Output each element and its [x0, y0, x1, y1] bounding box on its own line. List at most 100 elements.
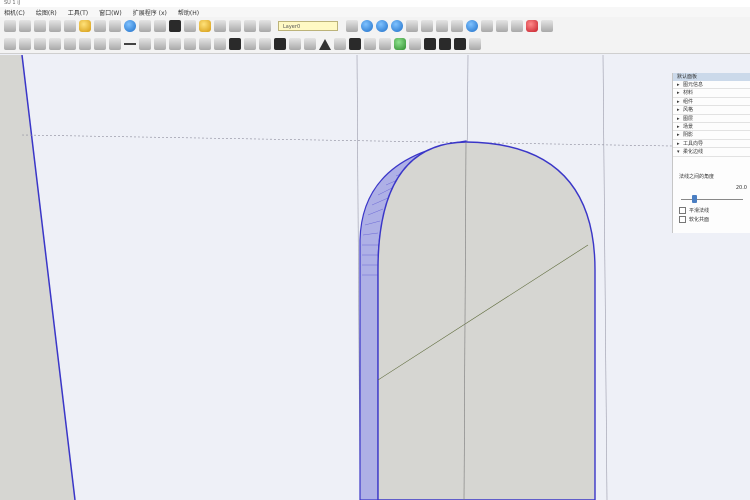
- paint-bucket-icon[interactable]: [34, 20, 46, 32]
- hidden-line-icon[interactable]: [436, 20, 448, 32]
- view-front-icon[interactable]: [376, 20, 388, 32]
- ruby-icon[interactable]: [526, 20, 538, 32]
- shaded-icon[interactable]: [451, 20, 463, 32]
- scale-icon[interactable]: [34, 38, 46, 50]
- push-pull-icon[interactable]: [64, 38, 76, 50]
- bars-icon[interactable]: [304, 38, 316, 50]
- left-wall-face: [0, 55, 75, 500]
- walk-icon[interactable]: [184, 20, 196, 32]
- xray-icon[interactable]: [406, 20, 418, 32]
- panel-section-instructor[interactable]: ▸ 工具向导: [673, 140, 750, 149]
- view-right-icon[interactable]: [391, 20, 403, 32]
- arc-icon[interactable]: [229, 38, 241, 50]
- select-tool-icon[interactable]: [4, 20, 16, 32]
- menu-window[interactable]: 窗口(W): [99, 8, 122, 17]
- menu-draw[interactable]: 绘图(R): [36, 8, 57, 17]
- tape-measure-icon[interactable]: [94, 38, 106, 50]
- layer-dropdown[interactable]: Layer0: [278, 21, 338, 31]
- orbit-icon[interactable]: [94, 20, 106, 32]
- checkbox-icon[interactable]: [679, 207, 686, 214]
- panel-section-soften-edges[interactable]: ▾ 柔化边线: [673, 148, 750, 157]
- guide-line-3: [602, 55, 608, 500]
- panel-section-styles[interactable]: ▸ 风格: [673, 106, 750, 115]
- 3d-text-icon[interactable]: [154, 38, 166, 50]
- dimension-icon[interactable]: [124, 43, 136, 45]
- zoom-icon[interactable]: [139, 20, 151, 32]
- sphere-icon[interactable]: [274, 38, 286, 50]
- default-tray-panel: 默认面板 ▸ 图元信息 ▸ 材料 ▸ 组件 ▸ 风格 ▸ 图层 ▸ 场景 ▸ 阴影 ▸ 工具向导…: [672, 73, 750, 233]
- checkbox-icon[interactable]: [679, 216, 686, 223]
- view-top-icon[interactable]: [361, 20, 373, 32]
- spline-icon[interactable]: [259, 38, 271, 50]
- component-icon[interactable]: [79, 20, 91, 32]
- pin-icon[interactable]: [364, 38, 376, 50]
- menu-extensions[interactable]: 扩展程序 (x): [133, 8, 167, 17]
- extension-icon[interactable]: [541, 20, 553, 32]
- shield-icon[interactable]: [199, 20, 211, 32]
- menu-camera[interactable]: 相机(C): [4, 8, 25, 17]
- grid-icon[interactable]: [379, 38, 391, 50]
- wireframe-icon[interactable]: [421, 20, 433, 32]
- offset-icon[interactable]: [49, 38, 61, 50]
- normal-angle-label: 法线之间的角度: [679, 174, 715, 180]
- shaded-texture-icon[interactable]: [466, 20, 478, 32]
- sound-icon[interactable]: [229, 20, 241, 32]
- toolbar-bottom: [0, 35, 750, 54]
- layer-settings-icon[interactable]: [259, 20, 271, 32]
- triangle-icon[interactable]: [319, 38, 331, 50]
- check-icon[interactable]: [439, 38, 451, 50]
- viewport-canvas[interactable]: [0, 55, 750, 500]
- line-icon[interactable]: [64, 20, 76, 32]
- section-plane-icon[interactable]: [214, 20, 226, 32]
- panel-section-scenes[interactable]: ▸ 场景: [673, 123, 750, 132]
- menu-help[interactable]: 帮助(H): [178, 8, 199, 17]
- wrench-icon[interactable]: [469, 38, 481, 50]
- target-icon[interactable]: [394, 38, 406, 50]
- axes-icon[interactable]: [511, 20, 523, 32]
- cone-icon[interactable]: [334, 38, 346, 50]
- checkbox-tool-icon[interactable]: [424, 38, 436, 50]
- protractor-icon[interactable]: [109, 38, 121, 50]
- monochrome-icon[interactable]: [481, 20, 493, 32]
- warehouse-icon[interactable]: [124, 20, 136, 32]
- normal-angle-value: 20.0: [735, 185, 747, 191]
- text-icon[interactable]: [139, 38, 151, 50]
- cylinder-icon[interactable]: [289, 38, 301, 50]
- axes-tool-icon[interactable]: [169, 38, 181, 50]
- panel-section-materials[interactable]: ▸ 材料: [673, 89, 750, 98]
- arch-front-face[interactable]: [377, 141, 596, 500]
- panel-section-entity-info[interactable]: ▸ 图元信息: [673, 81, 750, 90]
- panel-section-layers[interactable]: ▸ 图层: [673, 115, 750, 123]
- panel-section-components[interactable]: ▸ 组件: [673, 98, 750, 107]
- window-title-bar: SU 1 iJ: [0, 0, 750, 7]
- menu-bar: 相机(C) 绘图(R) 工具(T) 窗口(W) 扩展程序 (x) 帮助(H): [0, 7, 750, 17]
- angle-slider-thumb[interactable]: [692, 195, 697, 203]
- menu-tools[interactable]: 工具(T): [68, 8, 88, 17]
- panel-section-shadows[interactable]: ▸ 阴影: [673, 131, 750, 140]
- rectangle-icon[interactable]: [49, 20, 61, 32]
- view-iso-icon[interactable]: [346, 20, 358, 32]
- sandbox-icon[interactable]: [199, 38, 211, 50]
- eraser-icon[interactable]: [19, 20, 31, 32]
- tube-icon[interactable]: [349, 38, 361, 50]
- horizon-line: [21, 134, 673, 147]
- smooth-normals-checkbox[interactable]: 平滑法线: [679, 207, 749, 214]
- curve-icon[interactable]: [244, 38, 256, 50]
- window-title: SU 1 iJ: [4, 0, 21, 6]
- pan-icon[interactable]: [109, 20, 121, 32]
- move-icon[interactable]: [4, 38, 16, 50]
- follow-me-icon[interactable]: [79, 38, 91, 50]
- rotate-icon[interactable]: [19, 38, 31, 50]
- screen-icon[interactable]: [454, 38, 466, 50]
- zoom-extents-icon[interactable]: [154, 20, 166, 32]
- layers-icon[interactable]: [244, 20, 256, 32]
- stamp-icon[interactable]: [214, 38, 226, 50]
- angle-slider-track[interactable]: [681, 199, 743, 200]
- section-icon[interactable]: [184, 38, 196, 50]
- back-edges-icon[interactable]: [496, 20, 508, 32]
- camera-icon[interactable]: [169, 20, 181, 32]
- soften-coplanar-checkbox[interactable]: 软化共面: [679, 216, 749, 223]
- 3d-viewport[interactable]: [0, 55, 750, 500]
- panel-header: 默认面板: [673, 73, 750, 81]
- cube-icon[interactable]: [409, 38, 421, 50]
